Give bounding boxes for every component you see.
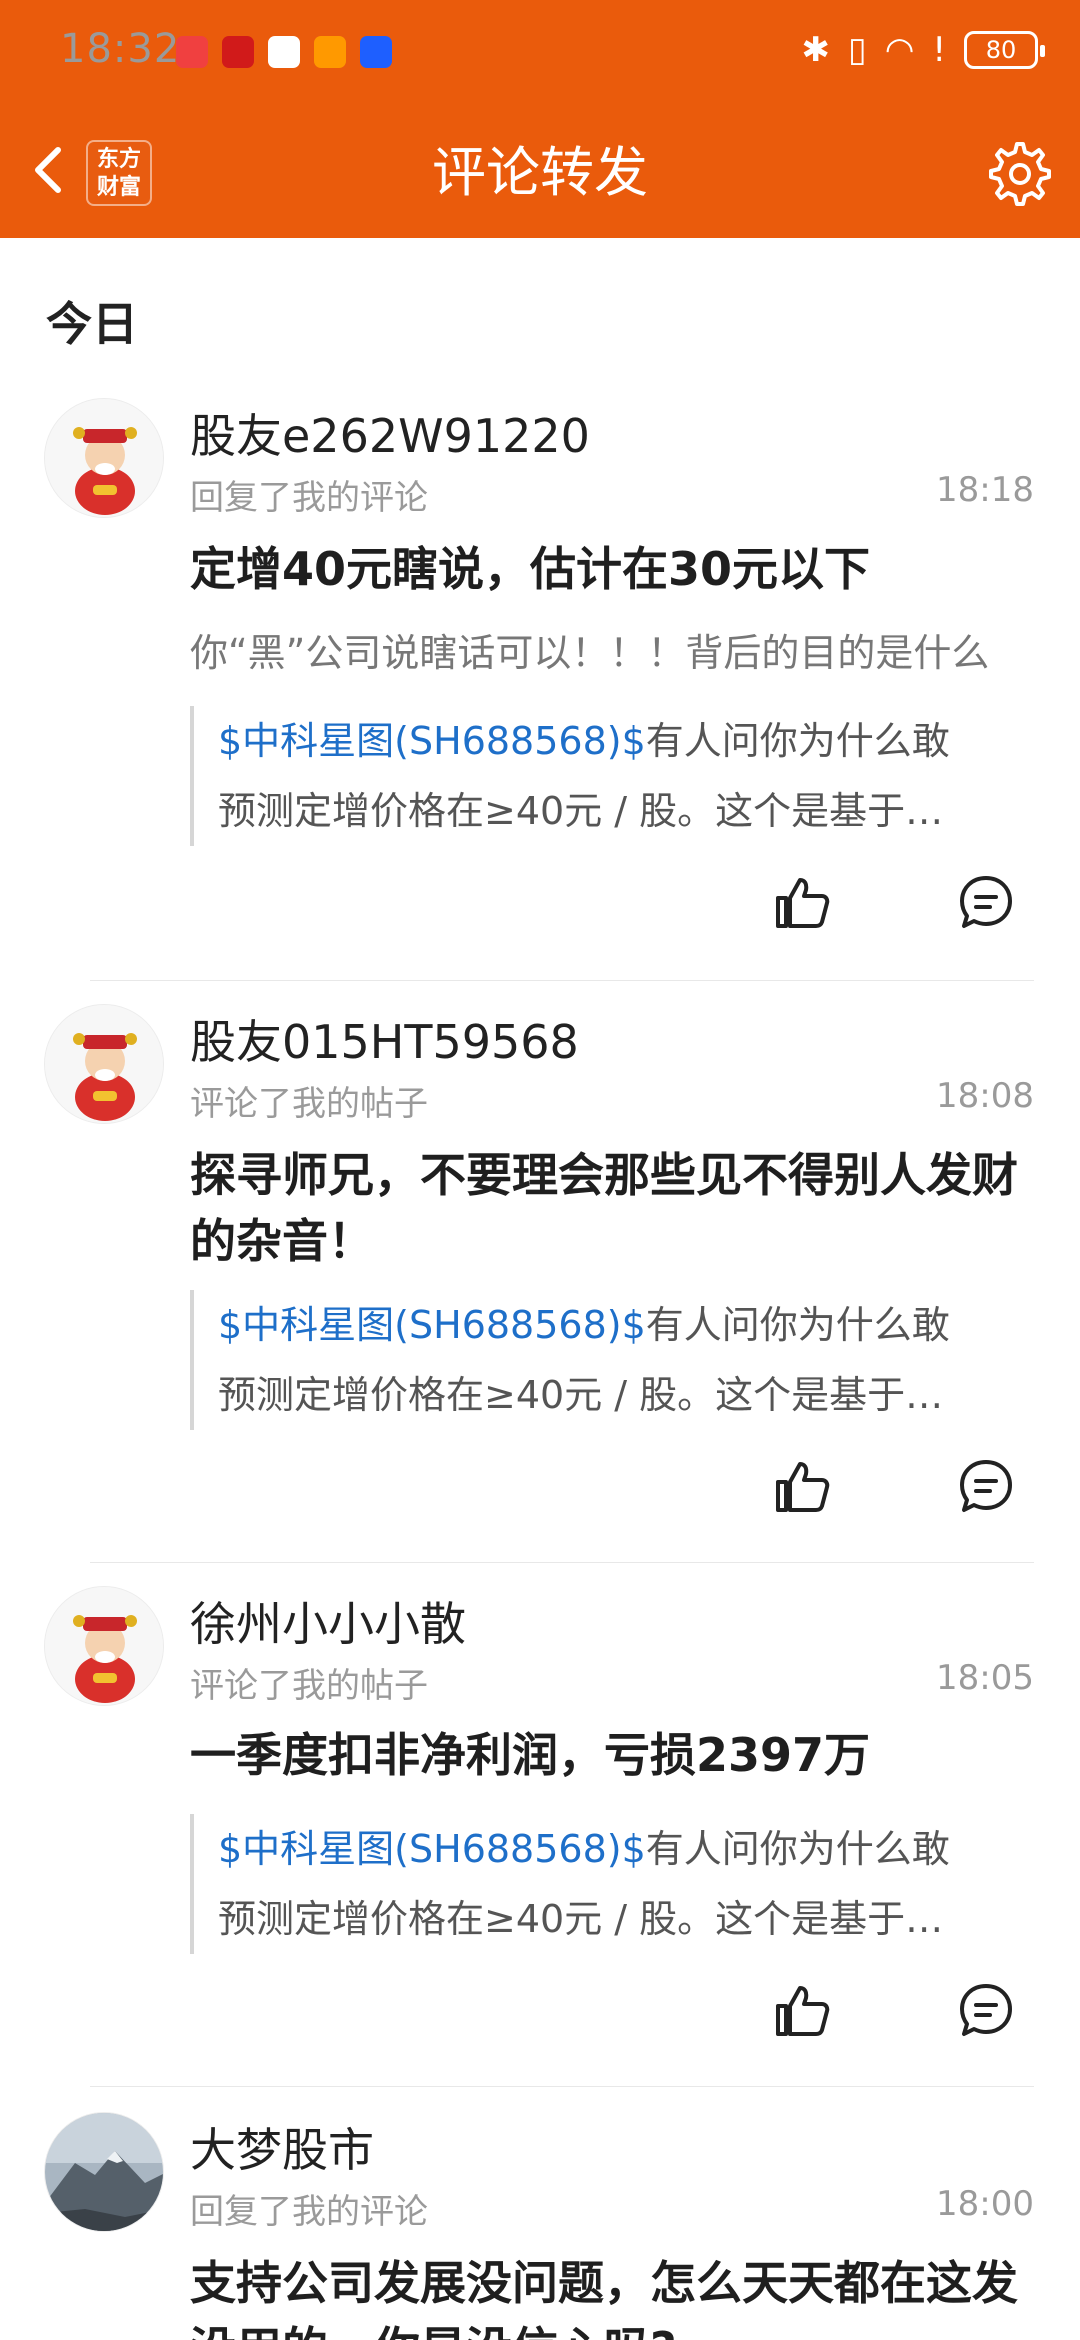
timestamp: 18:08 <box>936 1076 1034 1116</box>
avatar[interactable] <box>44 1004 164 1124</box>
action-text: 评论了我的帖子 <box>190 1666 428 1706</box>
quote-line: 预测定增价格在≥40元 / 股。这个是基于… <box>218 1373 944 1417</box>
username[interactable]: 股友015HT59568 <box>190 1006 579 1072</box>
quoted-post[interactable]: $中科星图(SH688568)$有人问你为什么敢 预测定增价格在≥40元 / 股… <box>190 1814 1020 1954</box>
timestamp: 18:18 <box>936 470 1034 510</box>
thumbs-up-icon[interactable] <box>772 1980 832 2040</box>
quoted-post[interactable]: $中科星图(SH688568)$有人问你为什么敢 预测定增价格在≥40元 / 股… <box>190 1290 1020 1430</box>
vibrate-icon: ▯ <box>847 30 867 70</box>
action-text: 回复了我的评论 <box>190 2192 428 2232</box>
quote-line: $中科星图(SH688568)$有人问你为什么敢 <box>218 706 1020 776</box>
stock-link[interactable]: $中科星图(SH688568)$ <box>218 1303 646 1347</box>
mountain-photo-avatar-icon <box>45 2113 163 2231</box>
reply-text[interactable]: 你“黑”公司说瞎话可以！！！背后的目的是什么 <box>190 622 1040 677</box>
fortune-god-avatar-icon <box>45 399 163 517</box>
alert-icon: ! <box>932 30 946 70</box>
quoted-post[interactable]: $中科星图(SH688568)$有人问你为什么敢 预测定增价格在≥40元 / 股… <box>190 706 1020 846</box>
username[interactable]: 股友e262W91220 <box>190 400 590 466</box>
quote-line: 预测定增价格在≥40元 / 股。这个是基于… <box>218 789 944 833</box>
status-bar: 18:32 ✱ ▯ ◠ ! 80 <box>0 0 1080 108</box>
notification-icons <box>176 36 392 68</box>
comment-bubble-icon[interactable] <box>956 1980 1016 2040</box>
avatar[interactable] <box>44 2112 164 2232</box>
fortune-god-avatar-icon <box>45 1005 163 1123</box>
avatar[interactable] <box>44 1586 164 1706</box>
fortune-god-avatar-icon <box>45 1587 163 1705</box>
comment-bubble-icon[interactable] <box>956 1456 1016 1516</box>
timestamp: 18:05 <box>936 1658 1034 1698</box>
quote-text: 有人问你为什么敢 <box>645 1303 950 1347</box>
app-notification-icon <box>360 36 392 68</box>
quote-text: 有人问你为什么敢 <box>645 1827 950 1871</box>
page-title: 评论转发 <box>432 141 648 204</box>
header: 东方 财富 评论转发 <box>0 108 1080 238</box>
avatar[interactable] <box>44 398 164 518</box>
app-notification-icon <box>176 36 208 68</box>
section-label-today: 今日 <box>46 297 138 351</box>
top-bar: 18:32 ✱ ▯ ◠ ! 80 东方 财富 评论转发 <box>0 0 1080 238</box>
comment-text[interactable]: 探寻师兄，不要理会那些见不得别人发财的杂音！ <box>190 1142 1030 1274</box>
divider <box>90 2086 1034 2087</box>
action-text: 评论了我的帖子 <box>190 1084 428 1124</box>
comment-text[interactable]: 定增40元瞎说，估计在30元以下 <box>190 536 1030 602</box>
action-text: 回复了我的评论 <box>190 478 428 518</box>
thumbs-up-icon[interactable] <box>772 872 832 932</box>
app-notification-icon <box>222 36 254 68</box>
app-notification-icon <box>268 36 300 68</box>
gear-icon[interactable] <box>982 138 1052 208</box>
username[interactable]: 徐州小小小散 <box>190 1588 466 1654</box>
quote-line: $中科星图(SH688568)$有人问你为什么敢 <box>218 1290 1020 1360</box>
timestamp: 18:00 <box>936 2184 1034 2224</box>
quote-line: 预测定增价格在≥40元 / 股。这个是基于… <box>218 1897 944 1941</box>
username[interactable]: 大梦股市 <box>190 2114 374 2180</box>
quote-text: 有人问你为什么敢 <box>645 719 950 763</box>
bluetooth-icon: ✱ <box>801 30 830 70</box>
divider <box>90 1562 1034 1563</box>
quote-line: $中科星图(SH688568)$有人问你为什么敢 <box>218 1814 1020 1884</box>
stock-link[interactable]: $中科星图(SH688568)$ <box>218 1827 646 1871</box>
status-right: ✱ ▯ ◠ ! 80 <box>801 30 1045 70</box>
app-notification-icon <box>314 36 346 68</box>
comment-text[interactable]: 一季度扣非净利润，亏损2397万 <box>190 1722 1030 1788</box>
wifi-icon: ◠ <box>884 30 915 70</box>
battery-icon: 80 <box>964 31 1045 69</box>
thumbs-up-icon[interactable] <box>772 1456 832 1516</box>
comment-text[interactable]: 支持公司发展没问题，怎么天天都在这发没用的，你是没信心吗? <box>190 2250 1030 2340</box>
stock-link[interactable]: $中科星图(SH688568)$ <box>218 719 646 763</box>
divider <box>90 980 1034 981</box>
comment-bubble-icon[interactable] <box>956 872 1016 932</box>
